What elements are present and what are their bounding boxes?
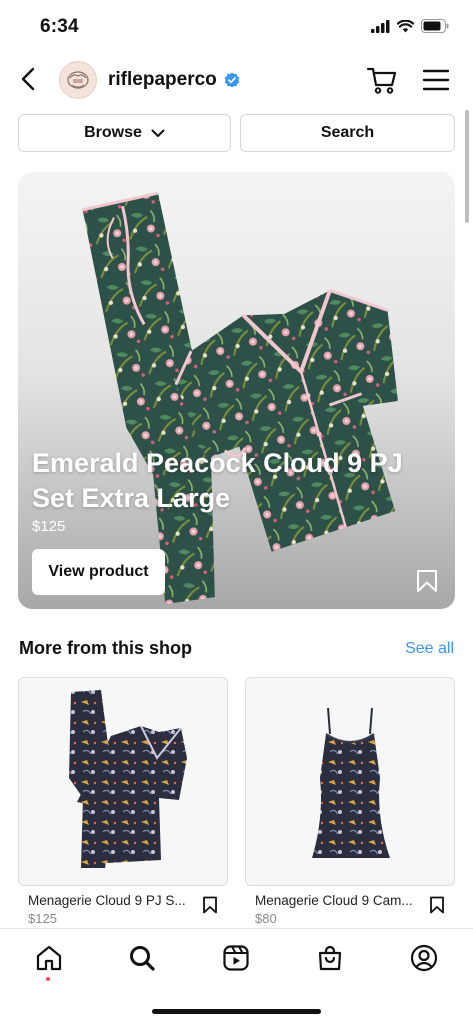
battery-icon: [421, 19, 449, 33]
see-all-link[interactable]: See all: [405, 640, 454, 658]
pajama-set-image: [82, 191, 398, 605]
featured-product-card[interactable]: Emerald Peacock Cloud 9 PJ Set Extra Lar…: [18, 172, 455, 609]
featured-product-price: $125: [32, 518, 66, 535]
tab-reels[interactable]: [221, 943, 251, 973]
shop-header: riflepaperco: [0, 56, 473, 106]
status-time: 6:34: [40, 16, 79, 37]
product-image: [18, 677, 228, 886]
tab-search[interactable]: [127, 943, 157, 973]
cart-icon: [366, 67, 397, 94]
tab-home[interactable]: [34, 943, 64, 973]
shop-avatar[interactable]: [59, 61, 97, 99]
view-product-button[interactable]: View product: [32, 549, 165, 595]
browse-label: Browse: [84, 124, 142, 141]
bookmark-icon: [203, 896, 217, 914]
cart-button[interactable]: [366, 65, 398, 95]
status-icons: [371, 19, 449, 33]
back-button[interactable]: [14, 64, 42, 94]
notification-dot: [46, 977, 50, 981]
tab-profile[interactable]: [409, 943, 439, 973]
home-icon: [36, 945, 62, 971]
save-product-button[interactable]: [429, 896, 445, 914]
product-price: $125: [28, 911, 57, 926]
scrollbar[interactable]: [465, 110, 469, 223]
product-name: Menagerie Cloud 9 Cam...: [255, 893, 413, 908]
product-card[interactable]: Menagerie Cloud 9 PJ S... $125: [18, 677, 228, 926]
product-image: [245, 677, 455, 886]
save-product-button[interactable]: [202, 896, 218, 914]
reels-icon: [223, 945, 249, 971]
featured-product-title: Emerald Peacock Cloud 9 PJ Set Extra Lar…: [32, 448, 403, 513]
search-label: Search: [320, 124, 375, 141]
shop-bag-icon: [318, 945, 342, 971]
search-icon: [130, 946, 155, 971]
shop-logo-icon: [67, 71, 89, 89]
menu-button[interactable]: [421, 67, 451, 93]
profile-icon: [410, 944, 438, 972]
chevron-down-icon: [151, 129, 165, 137]
camisole-dress-image: [312, 707, 390, 858]
product-card[interactable]: Menagerie Cloud 9 Cam... $80: [245, 677, 455, 926]
tab-shop[interactable]: [315, 943, 345, 973]
shop-name[interactable]: riflepaperco: [108, 69, 217, 91]
hamburger-menu-icon: [422, 69, 450, 91]
search-button[interactable]: Search: [240, 114, 455, 152]
cellular-signal-icon: [371, 19, 390, 33]
product-name: Menagerie Cloud 9 PJ S...: [28, 893, 186, 908]
chevron-left-icon: [21, 67, 35, 91]
status-bar: 6:34: [0, 0, 473, 52]
bookmark-icon: [430, 896, 444, 914]
section-title: More from this shop: [19, 638, 193, 658]
save-product-button[interactable]: [416, 569, 438, 593]
home-indicator[interactable]: [152, 1009, 321, 1014]
verified-badge-icon: [224, 72, 240, 88]
pajama-set-image: [69, 690, 187, 868]
wifi-icon: [397, 19, 414, 32]
bookmark-icon: [417, 570, 437, 592]
browse-button[interactable]: Browse: [18, 114, 231, 152]
product-price: $80: [255, 911, 277, 926]
